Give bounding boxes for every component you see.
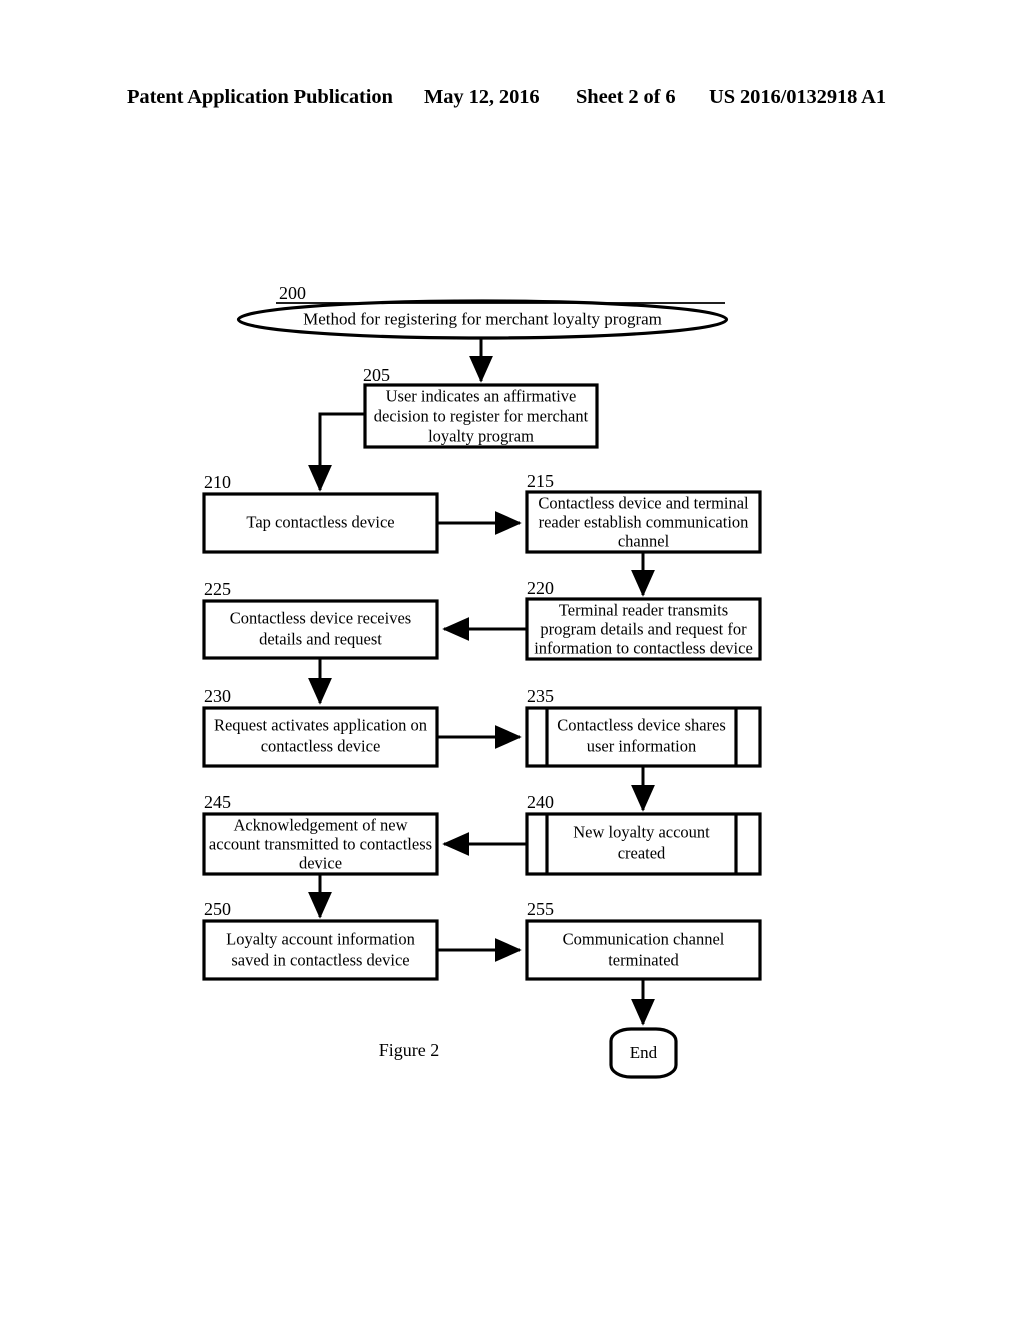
- node-220-line-3: information to contactless device: [534, 638, 753, 657]
- ref-240: 240: [527, 792, 554, 812]
- patent-figure-page: Patent Application Publication May 12, 2…: [0, 0, 1024, 1320]
- node-255-line-2: terminated: [608, 950, 679, 969]
- node-200-label: Method for registering for merchant loya…: [303, 309, 662, 328]
- svg-text:200: 200: [279, 283, 306, 303]
- ref-220: 220: [527, 578, 554, 598]
- flowchart-diagram: Method for registering for merchant loya…: [202, 283, 762, 1079]
- ref-255: 255: [527, 899, 554, 919]
- node-210: Tap contactless device: [202, 492, 439, 554]
- ref-205: 205: [363, 365, 390, 385]
- svg-text:230: 230: [204, 686, 231, 706]
- svg-text:245: 245: [204, 792, 231, 812]
- node-220: Terminal reader transmits program detail…: [525, 597, 762, 661]
- svg-text:255: 255: [527, 899, 554, 919]
- svg-text:215: 215: [527, 471, 554, 491]
- node-205-line-2: decision to register for merchant: [374, 406, 589, 425]
- node-215-line-1: Contactless device and terminal: [538, 493, 749, 512]
- node-230-line-2: contactless device: [261, 736, 381, 755]
- svg-text:210: 210: [204, 472, 231, 492]
- node-250-line-2: saved in contactless device: [231, 950, 409, 969]
- node-235-line-1: Contactless device shares: [557, 715, 726, 734]
- svg-text:225: 225: [204, 579, 231, 599]
- node-240-line-1: New loyalty account: [573, 822, 710, 841]
- node-235: Contactless device shares user informati…: [525, 706, 762, 768]
- ref-250: 250: [204, 899, 231, 919]
- node-200-start: Method for registering for merchant loya…: [236, 299, 729, 340]
- connector-205-to-210: [308, 412, 365, 492]
- node-225: Contactless device receives details and …: [202, 599, 439, 660]
- node-255: Communication channel terminated: [525, 919, 762, 981]
- node-255-line-1: Communication channel: [563, 929, 725, 948]
- node-215: Contactless device and terminal reader e…: [525, 490, 762, 554]
- node-245: Acknowledgement of new account transmitt…: [202, 812, 439, 876]
- node-235-line-2: user information: [587, 736, 697, 755]
- node-245-line-2: account transmitted to contactless: [209, 834, 432, 853]
- svg-text:235: 235: [527, 686, 554, 706]
- node-210-line-1: Tap contactless device: [246, 512, 394, 531]
- svg-text:250: 250: [204, 899, 231, 919]
- ref-215: 215: [527, 471, 554, 491]
- node-end: End: [609, 1027, 678, 1079]
- node-230: Request activates application on contact…: [202, 706, 439, 768]
- node-220-line-2: program details and request for: [540, 619, 747, 638]
- node-225-line-1: Contactless device receives: [230, 608, 411, 627]
- node-250: Loyalty account information saved in con…: [202, 919, 439, 981]
- ref-225: 225: [204, 579, 231, 599]
- node-240-line-2: created: [618, 843, 666, 862]
- node-205: User indicates an affirmative decision t…: [363, 383, 599, 449]
- node-240: New loyalty account created: [525, 812, 762, 876]
- node-245-line-3: device: [299, 853, 342, 872]
- node-220-line-1: Terminal reader transmits: [559, 600, 728, 619]
- ref-235: 235: [527, 686, 554, 706]
- node-215-line-2: reader establish communication: [539, 512, 749, 531]
- figure-caption: Figure 2: [379, 1040, 440, 1060]
- ref-230: 230: [204, 686, 231, 706]
- ref-210: 210: [204, 472, 231, 492]
- node-end-label: End: [630, 1043, 658, 1062]
- svg-text:220: 220: [527, 578, 554, 598]
- node-225-line-2: details and request: [259, 629, 382, 648]
- node-245-line-1: Acknowledgement of new: [233, 815, 407, 834]
- node-205-line-3: loyalty program: [428, 426, 534, 445]
- svg-text:205: 205: [363, 365, 390, 385]
- node-215-line-3: channel: [618, 531, 670, 550]
- node-250-line-1: Loyalty account information: [226, 929, 415, 948]
- node-205-line-1: User indicates an affirmative: [386, 386, 577, 405]
- node-230-line-1: Request activates application on: [214, 715, 427, 734]
- svg-text:240: 240: [527, 792, 554, 812]
- ref-245: 245: [204, 792, 231, 812]
